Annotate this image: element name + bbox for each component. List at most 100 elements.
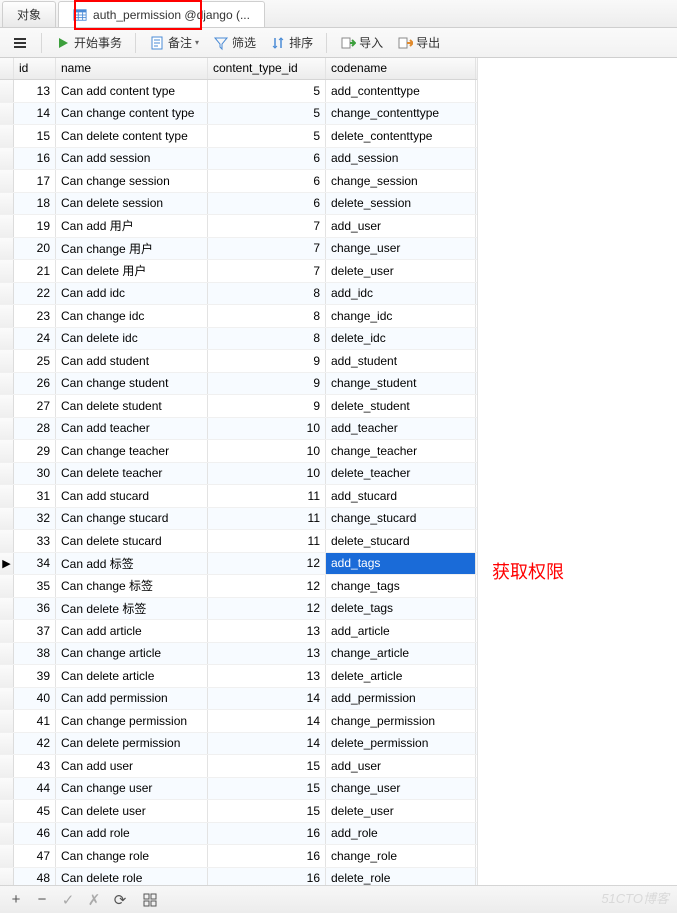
- row-gutter[interactable]: [0, 170, 14, 192]
- cell-content-type-id[interactable]: 9: [208, 395, 326, 417]
- table-row[interactable]: 23Can change idc8change_idc: [0, 305, 477, 328]
- row-gutter[interactable]: [0, 283, 14, 305]
- cell-id[interactable]: 14: [14, 103, 56, 125]
- cell-id[interactable]: 17: [14, 170, 56, 192]
- table-row[interactable]: 13Can add content type5add_contenttype: [0, 80, 477, 103]
- row-gutter[interactable]: [0, 755, 14, 777]
- cell-name[interactable]: Can add role: [56, 823, 208, 845]
- cell-content-type-id[interactable]: 8: [208, 328, 326, 350]
- table-row[interactable]: 17Can change session6change_session: [0, 170, 477, 193]
- table-row[interactable]: 32Can change stucard11change_stucard: [0, 508, 477, 531]
- row-gutter[interactable]: [0, 823, 14, 845]
- cell-id[interactable]: 39: [14, 665, 56, 687]
- cell-codename[interactable]: change_permission: [326, 710, 476, 732]
- row-gutter[interactable]: [0, 800, 14, 822]
- row-gutter[interactable]: [0, 238, 14, 260]
- table-row[interactable]: 39Can delete article13delete_article: [0, 665, 477, 688]
- cell-codename[interactable]: add_user: [326, 215, 476, 237]
- cell-id[interactable]: 24: [14, 328, 56, 350]
- cell-content-type-id[interactable]: 5: [208, 103, 326, 125]
- cell-content-type-id[interactable]: 16: [208, 823, 326, 845]
- cell-content-type-id[interactable]: 10: [208, 463, 326, 485]
- grid-view-icon[interactable]: [142, 892, 158, 908]
- cell-name[interactable]: Can change article: [56, 643, 208, 665]
- row-gutter[interactable]: [0, 305, 14, 327]
- cell-content-type-id[interactable]: 9: [208, 373, 326, 395]
- cell-content-type-id[interactable]: 12: [208, 553, 326, 575]
- cell-name[interactable]: Can delete teacher: [56, 463, 208, 485]
- cell-id[interactable]: 15: [14, 125, 56, 147]
- cell-name[interactable]: Can add user: [56, 755, 208, 777]
- table-row[interactable]: 25Can add student9add_student: [0, 350, 477, 373]
- cell-name[interactable]: Can add 标签: [56, 553, 208, 575]
- row-gutter[interactable]: [0, 260, 14, 282]
- table-row[interactable]: 46Can add role16add_role: [0, 823, 477, 846]
- table-row[interactable]: 19Can add 用户7add_user: [0, 215, 477, 238]
- table-row[interactable]: 36Can delete 标签12delete_tags: [0, 598, 477, 621]
- cell-codename[interactable]: add_idc: [326, 283, 476, 305]
- cell-id[interactable]: 25: [14, 350, 56, 372]
- row-gutter[interactable]: [0, 733, 14, 755]
- table-row[interactable]: 45Can delete user15delete_user: [0, 800, 477, 823]
- cell-content-type-id[interactable]: 12: [208, 598, 326, 620]
- cell-content-type-id[interactable]: 14: [208, 688, 326, 710]
- cell-id[interactable]: 29: [14, 440, 56, 462]
- cell-name[interactable]: Can change role: [56, 845, 208, 867]
- table-row[interactable]: 41Can change permission14change_permissi…: [0, 710, 477, 733]
- cell-codename[interactable]: delete_idc: [326, 328, 476, 350]
- cell-id[interactable]: 20: [14, 238, 56, 260]
- cell-codename[interactable]: add_user: [326, 755, 476, 777]
- cell-id[interactable]: 44: [14, 778, 56, 800]
- filter-button[interactable]: 筛选: [207, 30, 262, 55]
- cell-codename[interactable]: add_role: [326, 823, 476, 845]
- cell-id[interactable]: 19: [14, 215, 56, 237]
- cell-codename[interactable]: change_student: [326, 373, 476, 395]
- table-row[interactable]: 37Can add article13add_article: [0, 620, 477, 643]
- row-gutter[interactable]: [0, 643, 14, 665]
- table-row[interactable]: 29Can change teacher10change_teacher: [0, 440, 477, 463]
- cell-name[interactable]: Can delete 用户: [56, 260, 208, 282]
- refresh-button[interactable]: ⟳: [112, 891, 128, 909]
- table-row[interactable]: 21Can delete 用户7delete_user: [0, 260, 477, 283]
- table-row[interactable]: 47Can change role16change_role: [0, 845, 477, 868]
- row-gutter[interactable]: [0, 778, 14, 800]
- cell-content-type-id[interactable]: 10: [208, 418, 326, 440]
- cell-codename[interactable]: add_session: [326, 148, 476, 170]
- cell-name[interactable]: Can delete article: [56, 665, 208, 687]
- cell-codename[interactable]: change_teacher: [326, 440, 476, 462]
- cell-id[interactable]: 16: [14, 148, 56, 170]
- row-gutter[interactable]: [0, 575, 14, 597]
- table-row[interactable]: 44Can change user15change_user: [0, 778, 477, 801]
- cell-content-type-id[interactable]: 16: [208, 845, 326, 867]
- cell-id[interactable]: 36: [14, 598, 56, 620]
- cell-name[interactable]: Can add content type: [56, 80, 208, 102]
- tab-objects[interactable]: 对象: [2, 1, 56, 27]
- cell-content-type-id[interactable]: 8: [208, 283, 326, 305]
- cell-id[interactable]: 27: [14, 395, 56, 417]
- cell-id[interactable]: 41: [14, 710, 56, 732]
- cell-name[interactable]: Can change 用户: [56, 238, 208, 260]
- cell-id[interactable]: 45: [14, 800, 56, 822]
- cell-name[interactable]: Can add 用户: [56, 215, 208, 237]
- cell-name[interactable]: Can change user: [56, 778, 208, 800]
- cell-content-type-id[interactable]: 11: [208, 530, 326, 552]
- cell-codename[interactable]: add_article: [326, 620, 476, 642]
- cell-content-type-id[interactable]: 6: [208, 170, 326, 192]
- cell-id[interactable]: 26: [14, 373, 56, 395]
- cell-codename[interactable]: delete_student: [326, 395, 476, 417]
- cell-name[interactable]: Can add teacher: [56, 418, 208, 440]
- row-gutter[interactable]: [0, 215, 14, 237]
- cell-name[interactable]: Can delete idc: [56, 328, 208, 350]
- cell-name[interactable]: Can delete student: [56, 395, 208, 417]
- table-row[interactable]: 20Can change 用户7change_user: [0, 238, 477, 261]
- cell-codename[interactable]: delete_user: [326, 260, 476, 282]
- cell-name[interactable]: Can change permission: [56, 710, 208, 732]
- row-gutter[interactable]: [0, 395, 14, 417]
- row-gutter[interactable]: [0, 845, 14, 867]
- cell-content-type-id[interactable]: 10: [208, 440, 326, 462]
- cell-content-type-id[interactable]: 7: [208, 260, 326, 282]
- cell-id[interactable]: 43: [14, 755, 56, 777]
- cell-name[interactable]: Can change 标签: [56, 575, 208, 597]
- column-header-name[interactable]: name: [56, 58, 208, 79]
- table-row[interactable]: 31Can add stucard11add_stucard: [0, 485, 477, 508]
